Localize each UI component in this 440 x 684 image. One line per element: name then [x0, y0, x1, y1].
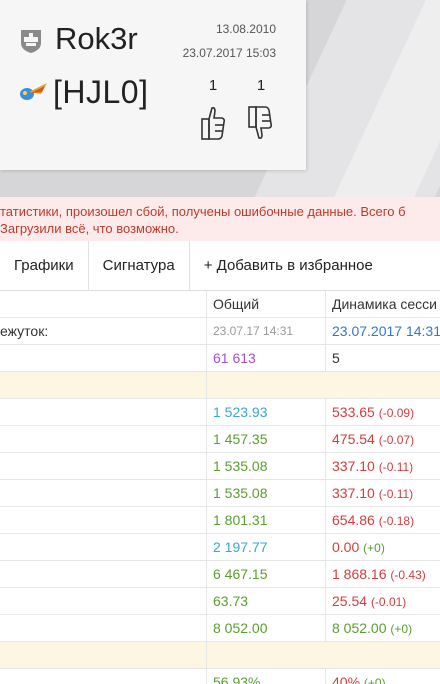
- table-row: 1 535.08 337.10 (-0.11): [0, 453, 440, 480]
- session-cell: 654.86 (-0.18): [325, 507, 440, 533]
- period-total: 23.07.17 14:31: [206, 318, 325, 344]
- registration-date: 13.08.2010: [215, 22, 276, 36]
- delta-value: (-0.07): [378, 433, 415, 447]
- session-value: 337.10: [332, 485, 375, 501]
- session-cell: 337.10 (-0.11): [325, 453, 440, 479]
- section-separator: [0, 372, 440, 399]
- likes-count: 1: [208, 77, 218, 94]
- battles-session: 5: [325, 345, 440, 371]
- delta-value: (-0.11): [378, 487, 414, 501]
- table-row: 56.93% 40% (+0): [0, 669, 440, 684]
- session-value: 8 052.00: [332, 620, 387, 636]
- table-row: 1 523.93 533.65 (-0.09): [0, 399, 440, 426]
- profile-card: Rok3r [HJL0] 13.08.2010 23.07.2017 15:03…: [0, 0, 306, 170]
- session-cell: 40% (+0): [325, 669, 440, 684]
- tab-graphs[interactable]: Графики: [0, 241, 89, 291]
- session-cell: 475.54 (-0.07): [325, 426, 440, 452]
- dislikes-count: 1: [256, 77, 266, 94]
- delta-value: (-0.09): [378, 406, 415, 420]
- total-value: 1 535.08: [206, 453, 325, 479]
- table-row: 8 052.00 8 052.00 (+0): [0, 615, 440, 642]
- error-message-line: Загрузили всё, что возможно.: [0, 221, 179, 236]
- delta-value: (-0.01): [370, 595, 407, 609]
- total-value: 1 523.93: [206, 399, 325, 425]
- session-cell: 337.10 (-0.11): [325, 480, 440, 506]
- session-cell: 533.65 (-0.09): [325, 399, 440, 425]
- table-row: 1 535.08 337.10 (-0.11): [0, 480, 440, 507]
- add-to-favorites-button[interactable]: + Добавить в избранное: [190, 241, 387, 291]
- table-row: 63.73 25.54 (-0.01): [0, 588, 440, 615]
- session-value: 0.00: [332, 539, 360, 555]
- clan-tag[interactable]: [HJL0]: [53, 74, 148, 111]
- error-banner: татистики, произошел сбой, получены ошиб…: [0, 197, 440, 241]
- session-value: 25.54: [332, 593, 368, 609]
- wot-logo-icon: [21, 30, 41, 53]
- delta-value: (-0.11): [378, 460, 414, 474]
- last-update-date: 23.07.2017 15:03: [182, 46, 276, 60]
- session-cell: 25.54 (-0.01): [325, 588, 440, 614]
- tab-signature[interactable]: Сигнатура: [89, 241, 190, 291]
- profile-tabs: Графики Сигнатура + Добавить в избранное: [0, 241, 440, 291]
- stats-table: Общий Динамика сесси ежуток: 23.07.17 14…: [0, 291, 440, 684]
- session-value: 475.54: [332, 431, 375, 447]
- period-row: ежуток: 23.07.17 14:31 23.07.2017 14:31: [0, 318, 440, 345]
- total-value: 1 801.31: [206, 507, 325, 533]
- session-cell: 8 052.00 (+0): [325, 615, 440, 641]
- header-session: Динамика сесси: [325, 291, 440, 317]
- table-row: 2 197.77 0.00 (+0): [0, 534, 440, 561]
- delta-value: (+0): [363, 541, 385, 555]
- total-value: 8 052.00: [206, 615, 325, 641]
- session-value: 337.10: [332, 458, 375, 474]
- session-value: 654.86: [332, 512, 375, 528]
- period-label: ежуток:: [0, 323, 49, 339]
- total-value: 63.73: [206, 588, 325, 614]
- error-message-line: татистики, произошел сбой, получены ошиб…: [0, 204, 406, 219]
- clan-emblem-icon: [20, 83, 47, 100]
- table-row: 1 457.35 475.54 (-0.07): [0, 426, 440, 453]
- table-row: 6 467.15 1 868.16 (-0.43): [0, 561, 440, 588]
- delta-value: (+0): [363, 676, 386, 684]
- total-value: 2 197.77: [206, 534, 325, 560]
- table-header-row: Общий Динамика сесси: [0, 291, 440, 318]
- delta-value: (-0.18): [378, 514, 415, 528]
- session-value: 40%: [332, 674, 361, 684]
- total-value: 6 467.15: [206, 561, 325, 587]
- session-cell: 1 868.16 (-0.43): [325, 561, 440, 587]
- session-value: 1 868.16: [332, 566, 387, 582]
- delta-value: (+0): [390, 622, 413, 636]
- profile-header: Rok3r [HJL0] 13.08.2010 23.07.2017 15:03…: [0, 0, 440, 197]
- total-value: 1 535.08: [206, 480, 325, 506]
- thumbs-up-icon[interactable]: [199, 105, 227, 141]
- battles-total: 61 613: [206, 345, 325, 371]
- session-value: 533.65: [332, 404, 375, 420]
- session-cell: 0.00 (+0): [325, 534, 440, 560]
- thumbs-down-icon[interactable]: [246, 105, 274, 141]
- section-separator: [0, 642, 440, 669]
- table-row: 1 801.31 654.86 (-0.18): [0, 507, 440, 534]
- player-nickname: Rok3r: [55, 21, 138, 56]
- period-session: 23.07.2017 14:31: [325, 318, 440, 344]
- header-total: Общий: [206, 291, 325, 317]
- total-value: 1 457.35: [206, 426, 325, 452]
- battles-row: 61 613 5: [0, 345, 440, 372]
- total-value: 56.93%: [206, 669, 325, 684]
- delta-value: (-0.43): [390, 568, 426, 582]
